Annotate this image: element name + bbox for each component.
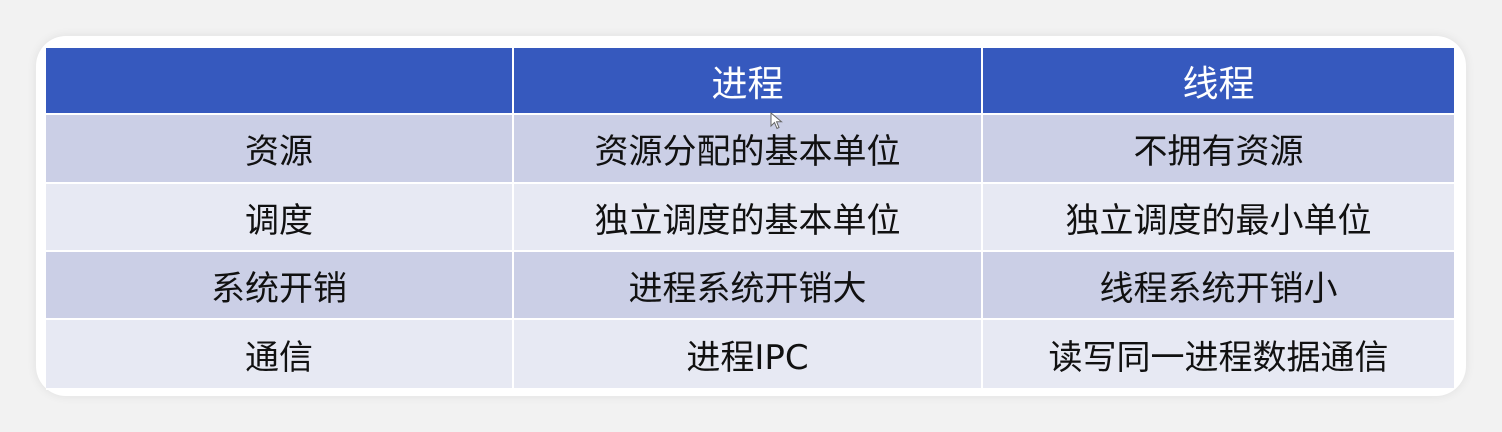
header-cell-process: 进程 [514,48,983,115]
mouse-pointer-icon [770,112,783,130]
row-label-overhead: 系统开销 [46,252,514,320]
row-label-resource: 资源 [46,115,514,184]
table-cell: 资源分配的基本单位 [514,115,983,184]
header-cell-empty [46,48,514,115]
table-cell: 独立调度的最小单位 [983,184,1454,252]
table-cell: 进程系统开销大 [514,252,983,320]
table-cell: 不拥有资源 [983,115,1454,184]
table-cell: 独立调度的基本单位 [514,184,983,252]
header-cell-thread: 线程 [983,48,1454,115]
table-cell: 线程系统开销小 [983,252,1454,320]
table-cell: 进程IPC [514,320,983,390]
row-label-scheduling: 调度 [46,184,514,252]
table-cell: 读写同一进程数据通信 [983,320,1454,390]
comparison-table: 进程 线程 资源 资源分配的基本单位 不拥有资源 调度 独立调度的基本单位 独立… [46,48,1454,390]
row-label-communication: 通信 [46,320,514,390]
